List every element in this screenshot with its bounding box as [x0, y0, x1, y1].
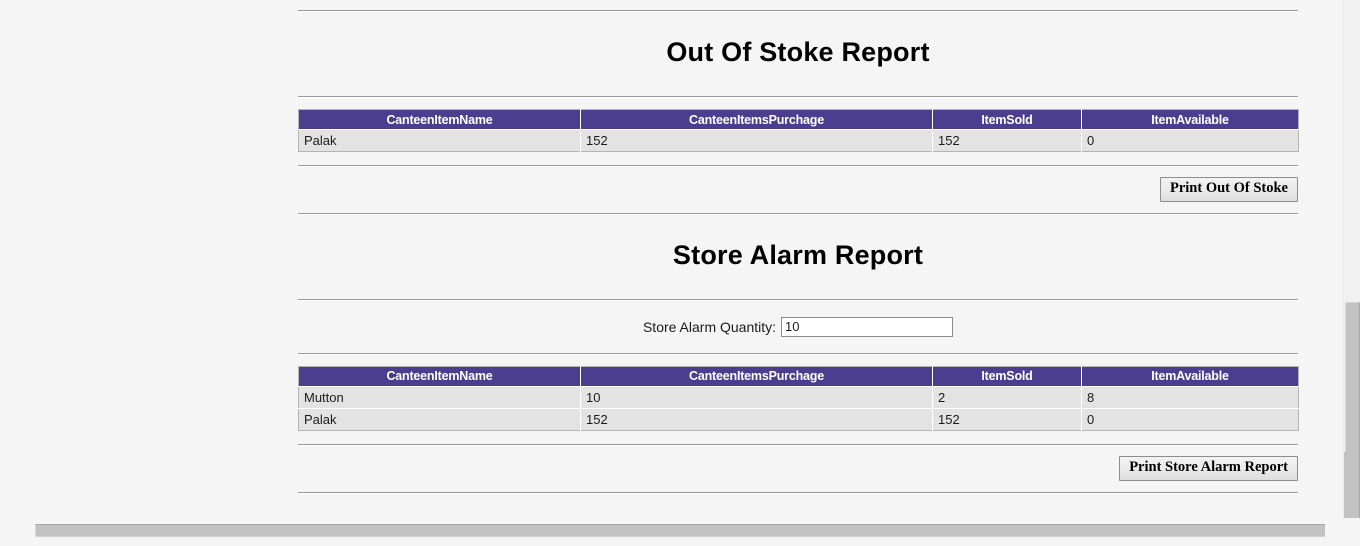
cell-item-available: 8: [1081, 385, 1299, 409]
table-header-row: CanteenItemName CanteenItemsPurchage Ite…: [298, 109, 1299, 130]
column-header-canteen-items-purchage: CanteenItemsPurchage: [580, 366, 933, 387]
column-header-canteen-item-name: CanteenItemName: [298, 366, 581, 387]
table-row: Palak 152 152 0: [298, 129, 1299, 152]
column-header-canteen-items-purchage: CanteenItemsPurchage: [580, 109, 933, 130]
cell-canteen-item-name: Palak: [298, 129, 581, 152]
vertical-scrollbar-thumb-lower[interactable]: [1344, 452, 1360, 518]
out-of-stock-table: CanteenItemName CanteenItemsPurchage Ite…: [298, 109, 1299, 152]
out-of-stock-button-row: Print Out Of Stoke: [298, 177, 1298, 202]
cell-item-sold: 152: [932, 129, 1082, 152]
store-alarm-quantity-label: Store Alarm Quantity:: [642, 318, 777, 335]
browser-viewport: Out Of Stoke Report CanteenItemName Cant…: [0, 0, 1360, 546]
cell-item-available: 0: [1081, 407, 1299, 431]
cell-item-available: 0: [1081, 129, 1299, 152]
table-header-row: CanteenItemName CanteenItemsPurchage Ite…: [298, 366, 1299, 387]
horizontal-scrollbar[interactable]: [0, 518, 1360, 546]
store-alarm-button-row: Print Store Alarm Report: [298, 455, 1298, 481]
scrollbar-corner: [1342, 518, 1360, 546]
cell-canteen-item-name: Mutton: [298, 385, 581, 409]
vertical-scrollbar[interactable]: [1343, 0, 1360, 518]
print-store-alarm-report-button[interactable]: Print Store Alarm Report: [1119, 455, 1298, 481]
cell-canteen-items-purchage: 152: [580, 407, 933, 431]
column-header-item-available: ItemAvailable: [1081, 109, 1299, 130]
divider-bottom: [298, 491, 1298, 494]
cell-canteen-item-name: Palak: [298, 407, 581, 431]
cell-canteen-items-purchage: 152: [580, 129, 933, 152]
store-alarm-table: CanteenItemName CanteenItemsPurchage Ite…: [298, 365, 1299, 431]
print-out-of-stoke-button[interactable]: Print Out Of Stoke: [1159, 177, 1298, 202]
column-header-canteen-item-name: CanteenItemName: [298, 109, 581, 130]
store-alarm-title: Store Alarm Report: [672, 239, 924, 270]
out-of-stock-title: Out Of Stoke Report: [666, 37, 930, 67]
table-row: Mutton 10 2 8: [298, 385, 1299, 409]
column-header-item-sold: ItemSold: [932, 109, 1082, 130]
store-alarm-quantity-row: Store Alarm Quantity:: [298, 316, 1298, 337]
cell-canteen-items-purchage: 10: [580, 385, 933, 409]
table-row: Palak 152 152 0: [298, 407, 1299, 431]
column-header-item-sold: ItemSold: [932, 366, 1082, 387]
cell-item-sold: 2: [932, 385, 1082, 409]
page-content: Out Of Stoke Report CanteenItemName Cant…: [298, 0, 1299, 494]
horizontal-scrollbar-thumb[interactable]: [35, 524, 1325, 537]
cell-item-sold: 152: [932, 407, 1082, 431]
store-alarm-quantity-input[interactable]: [781, 316, 954, 337]
column-header-item-available: ItemAvailable: [1081, 366, 1299, 387]
